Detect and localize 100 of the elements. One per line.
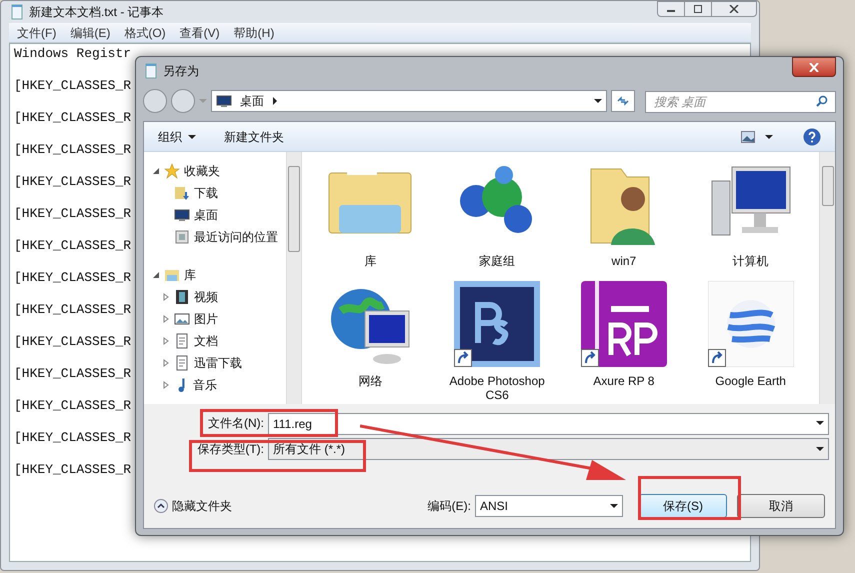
- text-line: [HKEY_CLASSES_R: [14, 238, 132, 255]
- file-label: win7: [612, 254, 636, 268]
- scrollbar-thumb[interactable]: [288, 166, 300, 252]
- recent-places-icon: [174, 229, 190, 245]
- text-line: [HKEY_CLASSES_R: [14, 334, 132, 351]
- encoding-dropdown[interactable]: ANSI: [475, 495, 623, 517]
- file-label: Axure RP 8: [593, 374, 654, 388]
- scrollbar-thumb[interactable]: [822, 166, 834, 206]
- text-line: [HKEY_CLASSES_R: [14, 174, 132, 191]
- file-item[interactable]: 库: [312, 156, 429, 268]
- field-label: 编码(E):: [428, 498, 471, 515]
- window-title: 新建文本文档.txt - 记事本: [29, 4, 164, 21]
- dropdown-caret-icon[interactable]: [594, 97, 602, 105]
- notepad-icon: [143, 63, 159, 79]
- monitor-icon: [174, 207, 190, 223]
- refresh-button[interactable]: [611, 90, 635, 112]
- dialog-title: 另存为: [163, 63, 199, 80]
- library-icon: [164, 267, 180, 283]
- file-item[interactable]: 网络: [312, 276, 429, 402]
- music-note-icon: [178, 378, 185, 392]
- scrollbar[interactable]: [819, 152, 835, 404]
- document-icon: [174, 333, 190, 349]
- tree-label: 收藏夹: [184, 163, 220, 180]
- forward-button[interactable]: [171, 89, 195, 113]
- collapsed-arrow-icon[interactable]: [162, 359, 170, 367]
- folder-icon: [174, 185, 190, 201]
- file-item[interactable]: Adobe Photoshop CS6: [438, 276, 556, 402]
- menu-item[interactable]: 格式(O): [124, 24, 166, 42]
- file-item[interactable]: Google Earth: [692, 276, 809, 402]
- back-button[interactable]: [143, 89, 167, 113]
- text-line: [HKEY_CLASSES_R: [14, 270, 132, 287]
- close-button[interactable]: [792, 57, 836, 77]
- text-line: [HKEY_CLASSES_R: [14, 398, 132, 415]
- address-location: 桌面: [240, 93, 264, 110]
- expanded-arrow-icon[interactable]: [152, 167, 160, 175]
- tree-item[interactable]: 迅雷下载: [144, 352, 286, 374]
- maximize-button[interactable]: [685, 1, 711, 17]
- collapsed-arrow-icon[interactable]: [162, 381, 170, 389]
- tree-label: 文档: [194, 333, 218, 350]
- tree-item[interactable]: 最近访问的位置: [144, 226, 286, 248]
- caret-icon[interactable]: [765, 132, 773, 140]
- close-button[interactable]: [711, 1, 757, 17]
- search-field[interactable]: 搜索 桌面: [645, 91, 836, 113]
- tree-item[interactable]: 视频: [144, 286, 286, 308]
- file-label: Google Earth: [715, 374, 786, 388]
- field-label: 保存类型(T):: [196, 441, 264, 458]
- document-icon: [174, 355, 190, 371]
- collapsed-arrow-icon[interactable]: [162, 293, 170, 301]
- expanded-arrow-icon[interactable]: [152, 271, 160, 279]
- minimize-button[interactable]: [657, 1, 685, 17]
- file-item[interactable]: win7: [566, 156, 682, 268]
- menu-item[interactable]: 查看(V): [180, 24, 220, 42]
- menu-item[interactable]: 编辑(E): [70, 24, 110, 42]
- dropdown-caret-icon: [816, 445, 824, 453]
- file-item[interactable]: Axure RP 8: [566, 276, 682, 402]
- file-label: Adobe Photoshop CS6: [448, 374, 546, 402]
- collapsed-arrow-icon[interactable]: [162, 337, 170, 345]
- refresh-icon: [617, 95, 629, 107]
- tree-item[interactable]: 音乐: [144, 374, 286, 396]
- text-line: [HKEY_CLASSES_R: [14, 462, 132, 479]
- help-icon[interactable]: [803, 128, 821, 146]
- text-line: [HKEY_CLASSES_R: [14, 110, 132, 127]
- text-line: [HKEY_CLASSES_R: [14, 430, 132, 447]
- file-item[interactable]: 计算机: [692, 156, 809, 268]
- tree-label: 图片: [194, 311, 218, 328]
- star-icon: [164, 163, 180, 179]
- menu-item[interactable]: 文件(F): [17, 24, 56, 42]
- scrollbar[interactable]: [286, 152, 302, 404]
- file-label: 计算机: [732, 254, 769, 268]
- tree-item[interactable]: 图片: [144, 308, 286, 330]
- address-bar[interactable]: 桌面: [211, 90, 607, 112]
- close-icon: [809, 62, 819, 72]
- text-line: [HKEY_CLASSES_R: [14, 206, 132, 223]
- tree-label: 音乐: [193, 377, 217, 394]
- tree-item[interactable]: 库: [144, 264, 286, 286]
- cancel-button[interactable]: 取消: [737, 494, 825, 518]
- file-type-dropdown[interactable]: 所有文件 (*.*): [268, 438, 829, 460]
- collapsed-arrow-icon[interactable]: [162, 315, 170, 323]
- file-label: 库: [364, 254, 376, 268]
- toolbar-button[interactable]: 组织: [158, 128, 196, 146]
- search-icon: [816, 95, 828, 107]
- file-item[interactable]: 家庭组: [438, 156, 556, 268]
- ps-app-icon: [454, 281, 540, 367]
- tree-item[interactable]: 文档: [144, 330, 286, 352]
- view-icon[interactable]: [741, 130, 755, 142]
- film-icon: [174, 289, 190, 305]
- save-button[interactable]: 保存(S): [639, 494, 727, 518]
- text-line: [HKEY_CLASSES_R: [14, 302, 132, 319]
- filename-field[interactable]: 111.reg: [268, 413, 829, 435]
- text-line: [HKEY_CLASSES_R: [14, 78, 132, 95]
- tree-item[interactable]: 下载: [144, 182, 286, 204]
- menu-item[interactable]: 帮助(H): [234, 24, 274, 42]
- tree-item[interactable]: 收藏夹: [144, 160, 286, 182]
- hide-folders-button[interactable]: 隐藏文件夹: [154, 497, 232, 515]
- toolbar-button[interactable]: 新建文件夹: [224, 128, 284, 146]
- file-label: 网络: [358, 374, 382, 388]
- tree-label: 迅雷下载: [194, 355, 242, 372]
- tree-item[interactable]: 桌面: [144, 204, 286, 226]
- notepad-icon: [9, 4, 25, 20]
- maximize-icon: [694, 5, 702, 13]
